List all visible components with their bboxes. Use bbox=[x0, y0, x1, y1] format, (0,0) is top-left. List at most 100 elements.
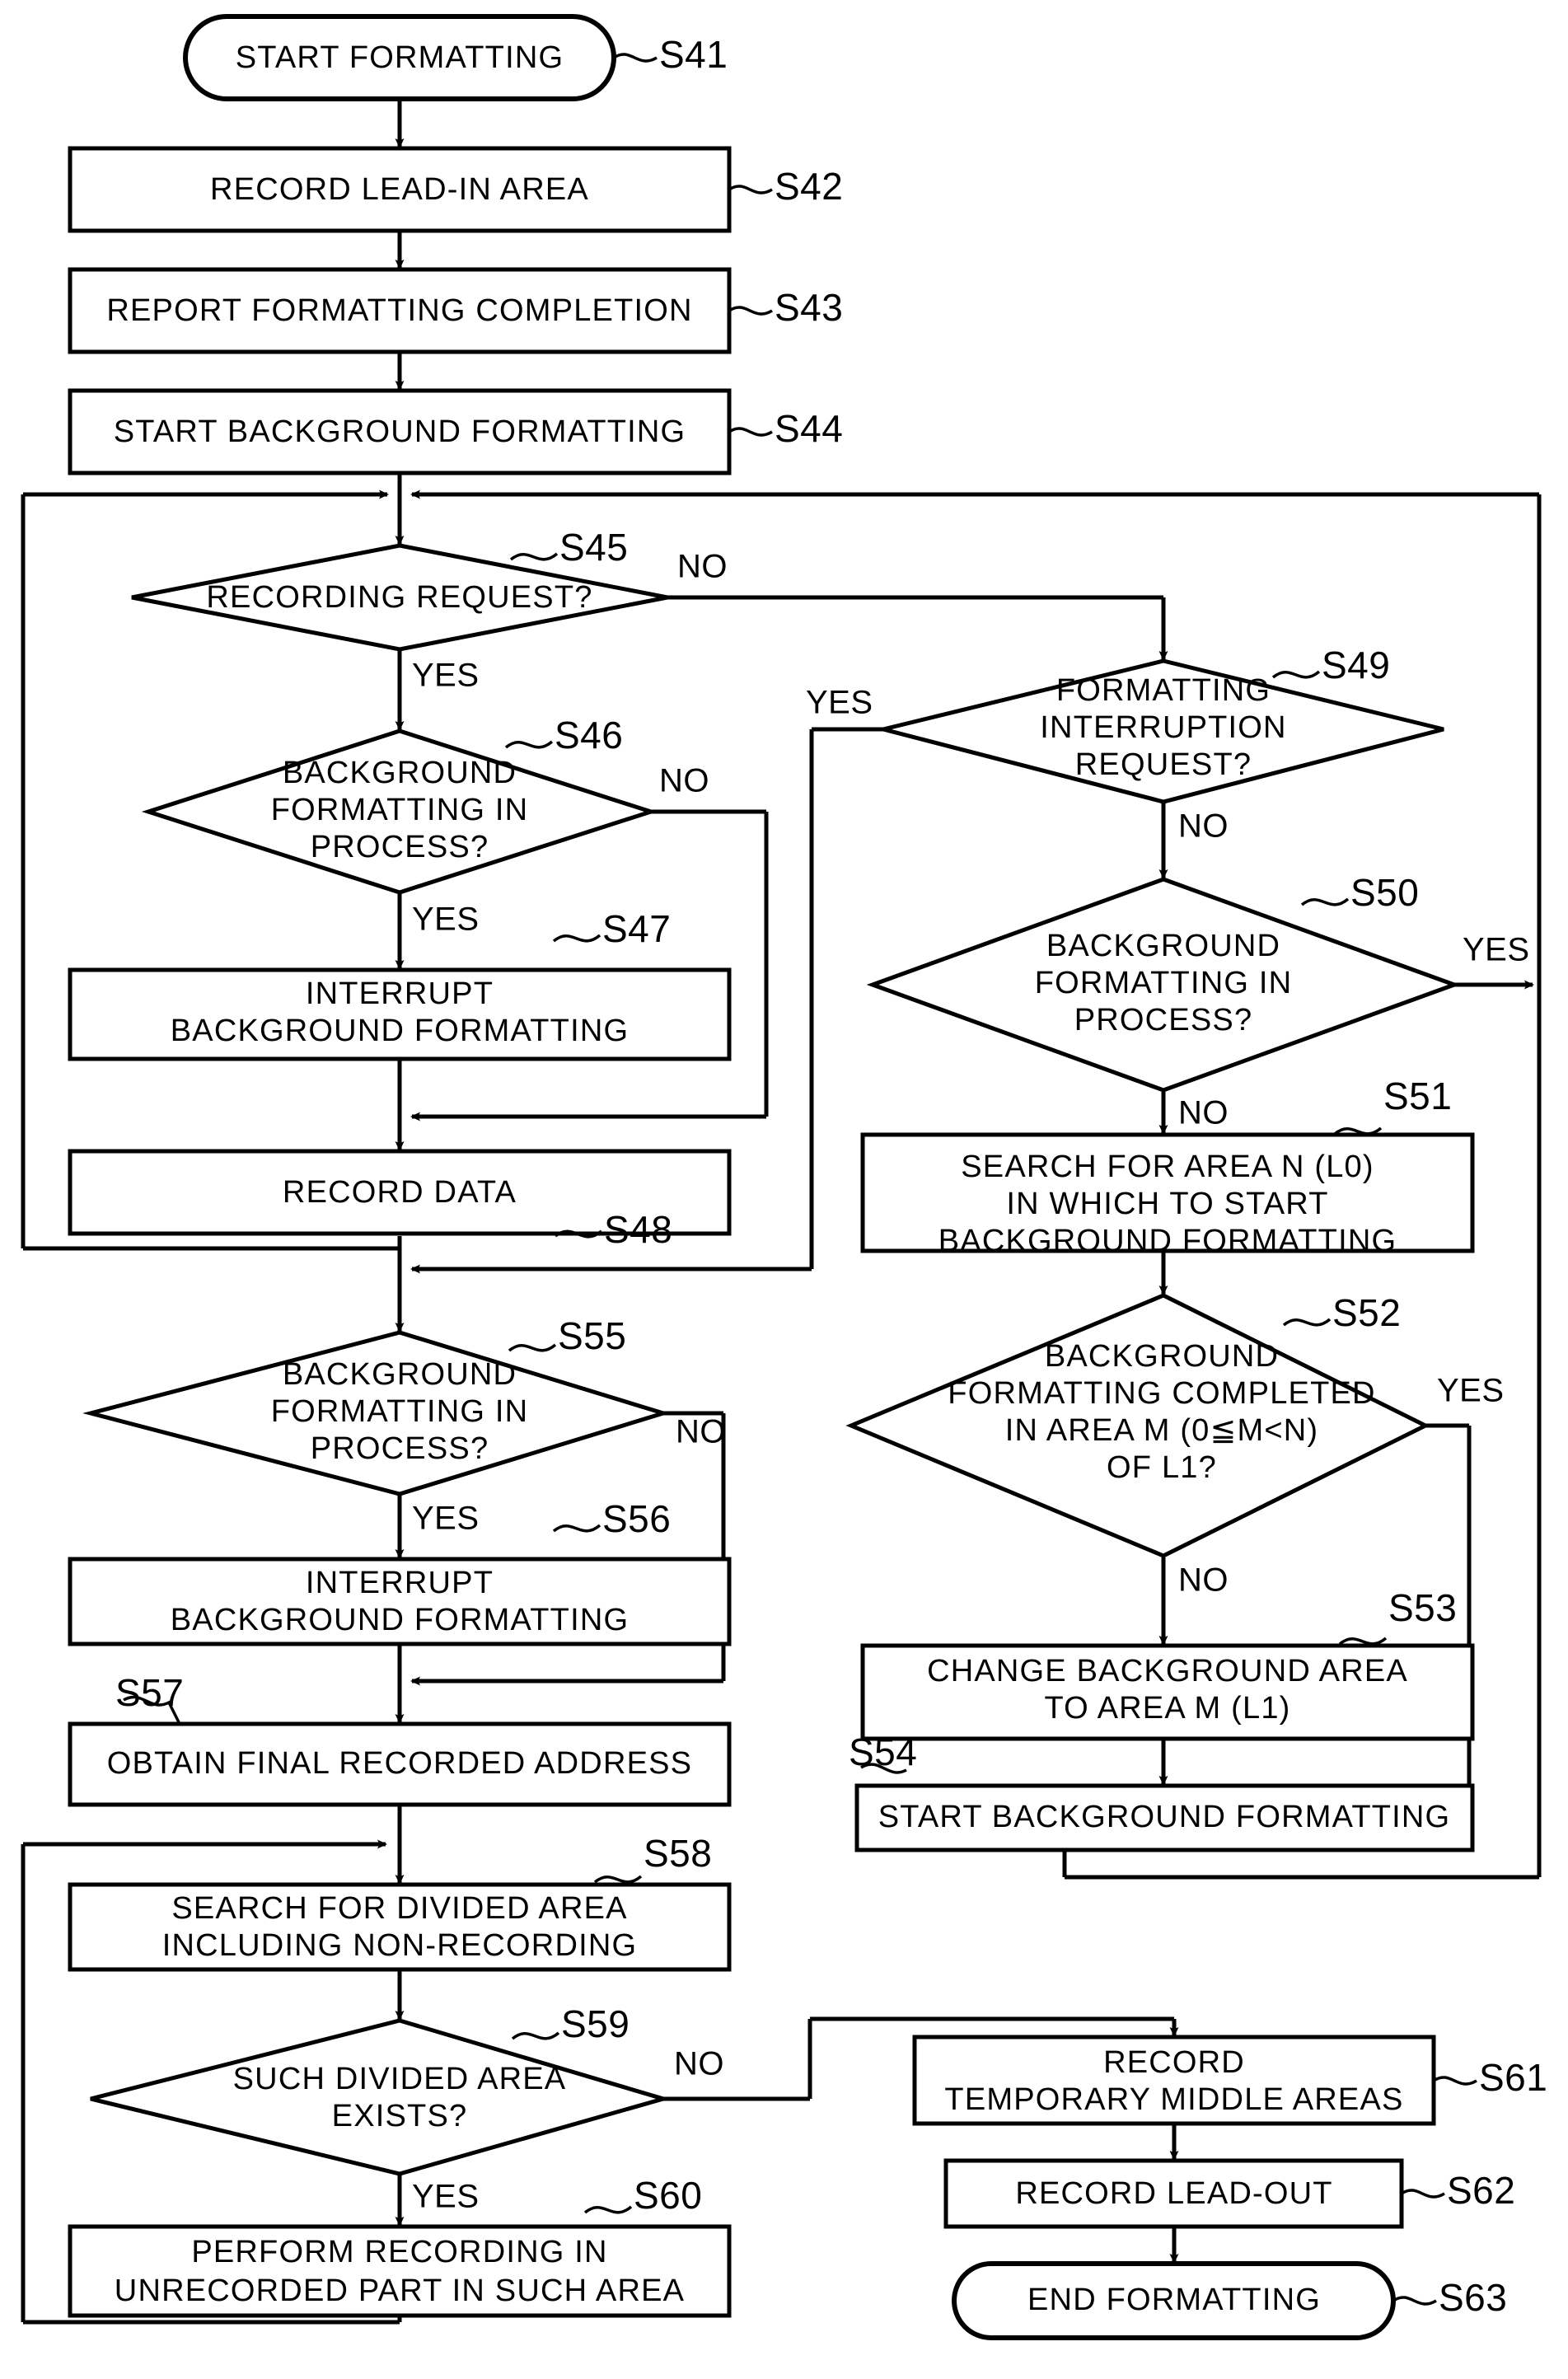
node-s47-line-0: INTERRUPT bbox=[306, 976, 494, 1011]
step-label-s50: S50 bbox=[1350, 871, 1419, 914]
node-s54-line-0: START BACKGROUND FORMATTING bbox=[878, 1800, 1451, 1834]
node-s47[interactable]: INTERRUPT BACKGROUND FORMATTING bbox=[68, 967, 732, 1061]
branch-label-s50-no: NO bbox=[1178, 1095, 1229, 1131]
branch-label-s46-no: NO bbox=[659, 763, 709, 799]
node-s58-line-0: SEARCH FOR DIVIDED AREA bbox=[171, 1891, 627, 1926]
node-s51-line-0: SEARCH FOR AREA N (L0) bbox=[961, 1150, 1374, 1184]
node-s51-line-1: IN WHICH TO START bbox=[1006, 1187, 1328, 1221]
node-s52-line-3: OF L1? bbox=[1107, 1450, 1217, 1485]
step-label-s56: S56 bbox=[602, 1497, 671, 1540]
step-label-s59: S59 bbox=[561, 2002, 630, 2045]
node-s56-line-0: INTERRUPT bbox=[306, 1566, 494, 1600]
node-s61[interactable]: RECORD TEMPORARY MIDDLE AREAS bbox=[912, 2035, 1436, 2126]
branch-label-s49-no: NO bbox=[1178, 808, 1229, 845]
branch-label-s46-yes: YES bbox=[412, 901, 480, 938]
leader-s56 bbox=[552, 1524, 601, 1533]
node-s62[interactable]: RECORD LEAD-OUT bbox=[943, 2158, 1404, 2229]
node-s42-line-0: RECORD LEAD-IN AREA bbox=[210, 172, 589, 207]
node-s51[interactable]: SEARCH FOR AREA N (L0) IN WHICH TO START… bbox=[860, 1132, 1475, 1258]
node-s53[interactable]: CHANGE BACKGROUND AREA TO AREA M (L1) bbox=[860, 1643, 1475, 1741]
leader-s42 bbox=[728, 185, 773, 194]
node-s41[interactable]: START FORMATTING bbox=[183, 14, 616, 101]
node-s49-line-2: REQUEST? bbox=[1075, 747, 1252, 782]
step-label-s61: S61 bbox=[1479, 2056, 1547, 2099]
node-s51-line-2: BACKGROUND FORMATTING bbox=[938, 1224, 1397, 1258]
branch-label-s50-yes: YES bbox=[1463, 932, 1530, 968]
step-label-s51: S51 bbox=[1383, 1075, 1452, 1117]
leader-s49 bbox=[1271, 670, 1321, 679]
leader-s59 bbox=[511, 2031, 560, 2040]
node-s53-line-1: TO AREA M (L1) bbox=[1044, 1691, 1290, 1726]
step-label-s60: S60 bbox=[634, 2174, 702, 2217]
leader-s62 bbox=[1401, 2189, 1445, 2199]
branch-label-s55-no: NO bbox=[676, 1414, 726, 1450]
leader-s46 bbox=[504, 740, 554, 749]
step-label-s42: S42 bbox=[775, 165, 843, 208]
step-label-s57: S57 bbox=[115, 1671, 184, 1714]
step-label-s47: S47 bbox=[602, 907, 671, 950]
branch-label-s52-yes: YES bbox=[1437, 1373, 1505, 1409]
leader-s63 bbox=[1392, 2296, 1437, 2306]
node-s55-line-1: FORMATTING IN bbox=[271, 1394, 529, 1429]
flowchart-svg: START FORMATTING S41 RECORD LEAD-IN AREA… bbox=[21, 14, 1547, 2340]
node-s52-line-0: BACKGROUND bbox=[1045, 1339, 1279, 1374]
node-s58[interactable]: SEARCH FOR DIVIDED AREA INCLUDING NON-RE… bbox=[68, 1882, 732, 1972]
node-s60[interactable]: PERFORM RECORDING IN UNRECORDED PART IN … bbox=[68, 2224, 732, 2318]
step-label-s48: S48 bbox=[604, 1208, 672, 1251]
branch-label-s45-yes: YES bbox=[412, 658, 480, 694]
node-s55-line-2: PROCESS? bbox=[311, 1431, 489, 1466]
node-s62-line-0: RECORD LEAD-OUT bbox=[1015, 2176, 1332, 2211]
branch-label-s59-no: NO bbox=[674, 2046, 724, 2082]
step-label-s43: S43 bbox=[775, 286, 843, 329]
node-s56-line-1: BACKGROUND FORMATTING bbox=[171, 1603, 630, 1637]
step-label-s55: S55 bbox=[558, 1314, 626, 1357]
node-s45-line-0: RECORDING REQUEST? bbox=[206, 580, 592, 615]
node-s52-line-1: FORMATTING COMPLETED bbox=[948, 1376, 1375, 1411]
step-label-s52: S52 bbox=[1332, 1291, 1401, 1334]
branch-label-s49-yes: YES bbox=[806, 685, 873, 721]
node-s52[interactable]: BACKGROUND FORMATTING COMPLETED IN AREA … bbox=[845, 1293, 1430, 1558]
node-s43[interactable]: REPORT FORMATTING COMPLETION bbox=[68, 267, 732, 354]
node-s61-line-1: TEMPORARY MIDDLE AREAS bbox=[944, 2082, 1403, 2117]
node-s42[interactable]: RECORD LEAD-IN AREA bbox=[68, 146, 732, 233]
node-s57-line-0: OBTAIN FINAL RECORDED ADDRESS bbox=[107, 1746, 692, 1781]
step-label-s46: S46 bbox=[555, 714, 623, 756]
leader-s45 bbox=[509, 552, 559, 561]
node-s59-line-1: EXISTS? bbox=[332, 2099, 468, 2133]
node-s60-line-1: UNRECORDED PART IN SUCH AREA bbox=[115, 2274, 685, 2308]
node-s44[interactable]: START BACKGROUND FORMATTING bbox=[68, 388, 732, 475]
node-s44-line-0: START BACKGROUND FORMATTING bbox=[114, 414, 686, 449]
node-s57[interactable]: OBTAIN FINAL RECORDED ADDRESS bbox=[68, 1721, 732, 1807]
node-s54[interactable]: START BACKGROUND FORMATTING bbox=[854, 1783, 1475, 1852]
flowchart-canvas: START FORMATTING S41 RECORD LEAD-IN AREA… bbox=[0, 0, 1568, 2379]
branch-label-s45-no: NO bbox=[677, 549, 728, 585]
leader-s53 bbox=[1338, 1637, 1388, 1646]
node-s55-line-0: BACKGROUND bbox=[283, 1357, 517, 1392]
branch-label-s52-no: NO bbox=[1178, 1562, 1229, 1599]
node-s50-line-1: FORMATTING IN bbox=[1035, 966, 1293, 1000]
node-s53-line-0: CHANGE BACKGROUND AREA bbox=[927, 1654, 1408, 1688]
node-s50-line-0: BACKGROUND bbox=[1046, 929, 1280, 963]
node-s56[interactable]: INTERRUPT BACKGROUND FORMATTING bbox=[68, 1557, 732, 1646]
leader-s47 bbox=[552, 934, 601, 943]
node-s63[interactable]: END FORMATTING bbox=[952, 2261, 1396, 2340]
node-s48-line-0: RECORD DATA bbox=[283, 1175, 517, 1210]
node-s59-line-0: SUCH DIVIDED AREA bbox=[233, 2062, 567, 2096]
step-label-s53: S53 bbox=[1388, 1586, 1457, 1629]
branch-label-s55-yes: YES bbox=[412, 1501, 480, 1537]
step-label-s41: S41 bbox=[659, 33, 728, 76]
leader-s55 bbox=[508, 1343, 557, 1352]
leader-s58 bbox=[593, 1875, 643, 1884]
node-s50-line-2: PROCESS? bbox=[1074, 1003, 1253, 1037]
step-label-s63: S63 bbox=[1439, 2276, 1507, 2319]
node-s46-line-1: FORMATTING IN bbox=[271, 793, 529, 827]
step-label-s44: S44 bbox=[775, 407, 843, 450]
step-label-s58: S58 bbox=[644, 1832, 712, 1875]
node-s49-line-1: INTERRUPTION bbox=[1040, 710, 1286, 745]
leader-s61 bbox=[1433, 2076, 1477, 2086]
node-s43-line-0: REPORT FORMATTING COMPLETION bbox=[106, 293, 692, 328]
node-s46-line-2: PROCESS? bbox=[311, 830, 489, 864]
node-s61-line-0: RECORD bbox=[1103, 2045, 1245, 2080]
node-s58-line-1: INCLUDING NON-RECORDING bbox=[162, 1928, 638, 1963]
leader-s44 bbox=[728, 427, 773, 437]
